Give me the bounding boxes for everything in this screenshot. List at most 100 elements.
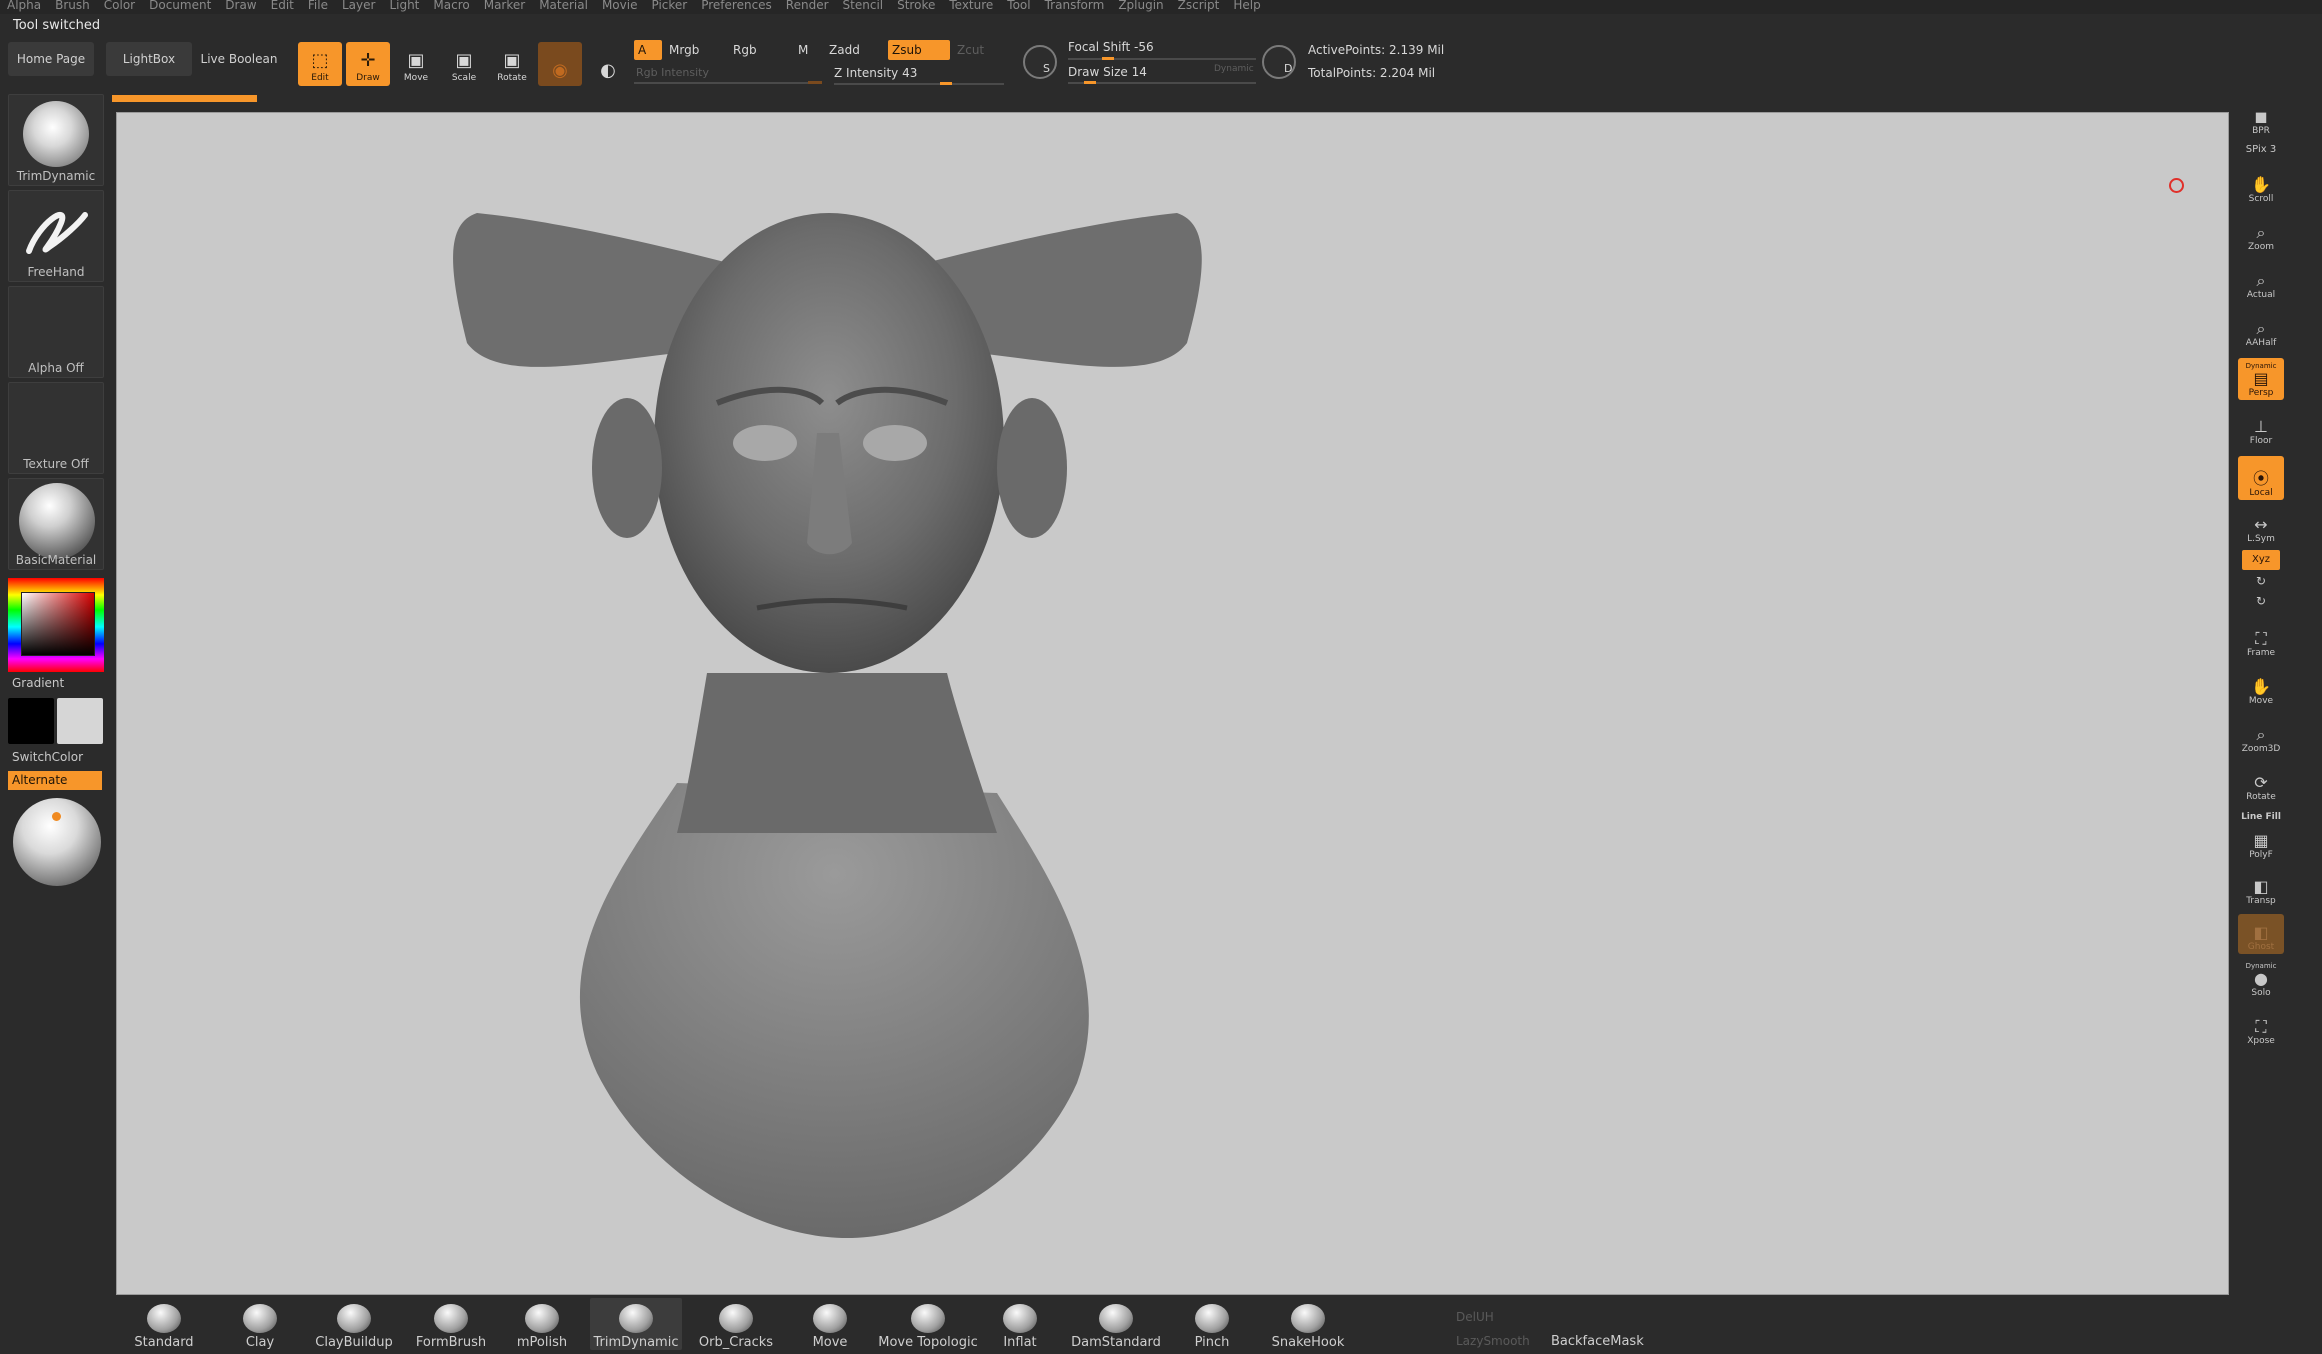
menu-brush[interactable]: Brush [48, 0, 97, 14]
persp-button[interactable]: Dynamic ▤ Persp [2238, 358, 2284, 400]
bpr-button[interactable]: ◼ BPR [2238, 98, 2284, 138]
scale-mode-button[interactable]: ▣ Scale [442, 42, 486, 86]
draw-mode-button[interactable]: ✛ Draw [346, 42, 390, 86]
home-page-button[interactable]: Home Page [8, 42, 94, 76]
menu-preferences[interactable]: Preferences [694, 0, 779, 14]
menu-file[interactable]: File [301, 0, 335, 14]
brush-selector[interactable]: TrimDynamic [8, 94, 104, 186]
lsym-button[interactable]: ↔ L.Sym [2238, 506, 2284, 546]
menu-tool[interactable]: Tool [1000, 0, 1037, 14]
light-position-handle[interactable] [52, 812, 61, 821]
secondary-color-swatch[interactable] [57, 698, 103, 744]
xpose-button[interactable]: ⛶ Xpose [2238, 1008, 2284, 1048]
solo-button[interactable]: Dynamic ● Solo [2238, 958, 2284, 1000]
menu-document[interactable]: Document [142, 0, 218, 14]
zcut-toggle[interactable]: Zcut [957, 43, 984, 57]
brush-move[interactable]: Move [796, 1298, 864, 1350]
brush-claybuildup[interactable]: ClayBuildup [312, 1298, 396, 1350]
focal-shift-slider[interactable] [1068, 58, 1256, 60]
local-button[interactable]: ⦿ Local [2238, 456, 2284, 500]
polyf-button[interactable]: ▦ PolyF [2238, 822, 2284, 862]
texture-selector[interactable]: Texture Off [8, 382, 104, 474]
canvas-viewport[interactable] [116, 112, 2229, 1295]
move-view-button[interactable]: ✋ Move [2238, 668, 2284, 708]
menu-picker[interactable]: Picker [644, 0, 694, 14]
color-picker-square[interactable] [21, 592, 95, 656]
menu-help[interactable]: Help [1226, 0, 1267, 14]
zoom3d-button[interactable]: ⌕ Zoom3D [2238, 716, 2284, 756]
aahalf-button[interactable]: ⌕ AAHalf [2238, 310, 2284, 350]
live-boolean-button[interactable]: Live Boolean [196, 42, 282, 76]
menu-render[interactable]: Render [779, 0, 836, 14]
menu-zscript[interactable]: Zscript [1171, 0, 1227, 14]
frame-button[interactable]: ⛶ Frame [2238, 620, 2284, 660]
brush-trimdynamic[interactable]: TrimDynamic [590, 1298, 682, 1350]
deluh-button[interactable]: DelUH [1456, 1310, 1494, 1324]
rgb-intensity-slider[interactable] [634, 82, 822, 84]
menu-macro[interactable]: Macro [426, 0, 476, 14]
draw-size-handle[interactable] [1084, 81, 1096, 84]
transp-button[interactable]: ◧ Transp [2238, 868, 2284, 908]
brush-mpolish[interactable]: mPolish [508, 1298, 576, 1350]
menu-stroke[interactable]: Stroke [890, 0, 942, 14]
lightbox-button[interactable]: LightBox [106, 42, 192, 76]
menu-transform[interactable]: Transform [1038, 0, 1112, 14]
alpha-selector[interactable]: Alpha Off [8, 286, 104, 378]
s-sync-icon[interactable] [1023, 45, 1057, 79]
zsub-toggle[interactable]: Zsub [888, 40, 950, 60]
rotate-mode-button[interactable]: ▣ Rotate [490, 42, 534, 86]
brush-move-topologic[interactable]: Move Topologic [878, 1298, 978, 1350]
draw-size-slider[interactable] [1068, 82, 1256, 84]
menu-marker[interactable]: Marker [477, 0, 532, 14]
switch-color-button[interactable]: SwitchColor [12, 750, 83, 764]
brush-inflat[interactable]: Inflat [986, 1298, 1054, 1350]
menu-movie[interactable]: Movie [595, 0, 645, 14]
rotate-z-icon[interactable]: ↻ [2238, 594, 2284, 608]
scroll-button[interactable]: ✋ Scroll [2238, 166, 2284, 206]
floor-button[interactable]: ⊥ Floor [2238, 408, 2284, 448]
material-toggle-button[interactable]: ◉ [538, 42, 582, 86]
alternate-toggle[interactable]: Alternate [8, 771, 102, 790]
color-toggle-button[interactable]: ◐ [586, 42, 630, 86]
dynamic-toggle[interactable]: Dynamic [1214, 64, 1254, 74]
move-mode-button[interactable]: ▣ Move [394, 42, 438, 86]
brush-pinch[interactable]: Pinch [1178, 1298, 1246, 1350]
color-picker[interactable] [8, 578, 104, 672]
brush-clay[interactable]: Clay [226, 1298, 294, 1350]
a-toggle[interactable]: A [634, 40, 662, 60]
z-intensity-slider[interactable] [834, 83, 1004, 85]
brush-orb-cracks[interactable]: Orb_Cracks [696, 1298, 776, 1350]
menu-edit[interactable]: Edit [264, 0, 301, 14]
rgb-intensity-handle[interactable] [808, 81, 822, 84]
focal-shift-handle[interactable] [1102, 57, 1114, 60]
brush-formbrush[interactable]: FormBrush [412, 1298, 490, 1350]
main-color-swatch[interactable] [8, 698, 54, 744]
menu-alpha[interactable]: Alpha [0, 0, 48, 14]
zadd-toggle[interactable]: Zadd [829, 43, 860, 57]
edit-mode-button[interactable]: ⬚ Edit [298, 42, 342, 86]
ghost-button[interactable]: ◧ Ghost [2238, 914, 2284, 954]
menu-material[interactable]: Material [532, 0, 595, 14]
brush-snakehook[interactable]: SnakeHook [1266, 1298, 1350, 1350]
menu-light[interactable]: Light [382, 0, 426, 14]
spix-control[interactable]: SPix 3 [2238, 144, 2284, 155]
brush-damstandard[interactable]: DamStandard [1066, 1298, 1166, 1350]
line-fill-toggle[interactable]: Line Fill [2238, 812, 2284, 822]
rgb-toggle[interactable]: Rgb [733, 43, 757, 57]
menu-color[interactable]: Color [97, 0, 142, 14]
brush-standard[interactable]: Standard [130, 1298, 198, 1350]
z-intensity-handle[interactable] [940, 82, 952, 85]
menu-texture[interactable]: Texture [942, 0, 1000, 14]
lazysmooth-slider[interactable]: LazySmooth [1456, 1334, 1530, 1348]
xyz-button[interactable]: Xyz [2242, 550, 2280, 570]
material-selector[interactable]: BasicMaterial [8, 478, 104, 570]
rotate-y-icon[interactable]: ↻ [2238, 574, 2284, 588]
zoom-button[interactable]: ⌕ Zoom [2238, 214, 2284, 254]
actual-button[interactable]: ⌕ Actual [2238, 262, 2284, 302]
mrgb-toggle[interactable]: Mrgb [669, 43, 699, 57]
rotate-view-button[interactable]: ⟳ Rotate [2238, 764, 2284, 804]
menu-stencil[interactable]: Stencil [836, 0, 891, 14]
menu-draw[interactable]: Draw [218, 0, 263, 14]
m-toggle[interactable]: M [798, 43, 808, 57]
stroke-selector[interactable]: FreeHand [8, 190, 104, 282]
